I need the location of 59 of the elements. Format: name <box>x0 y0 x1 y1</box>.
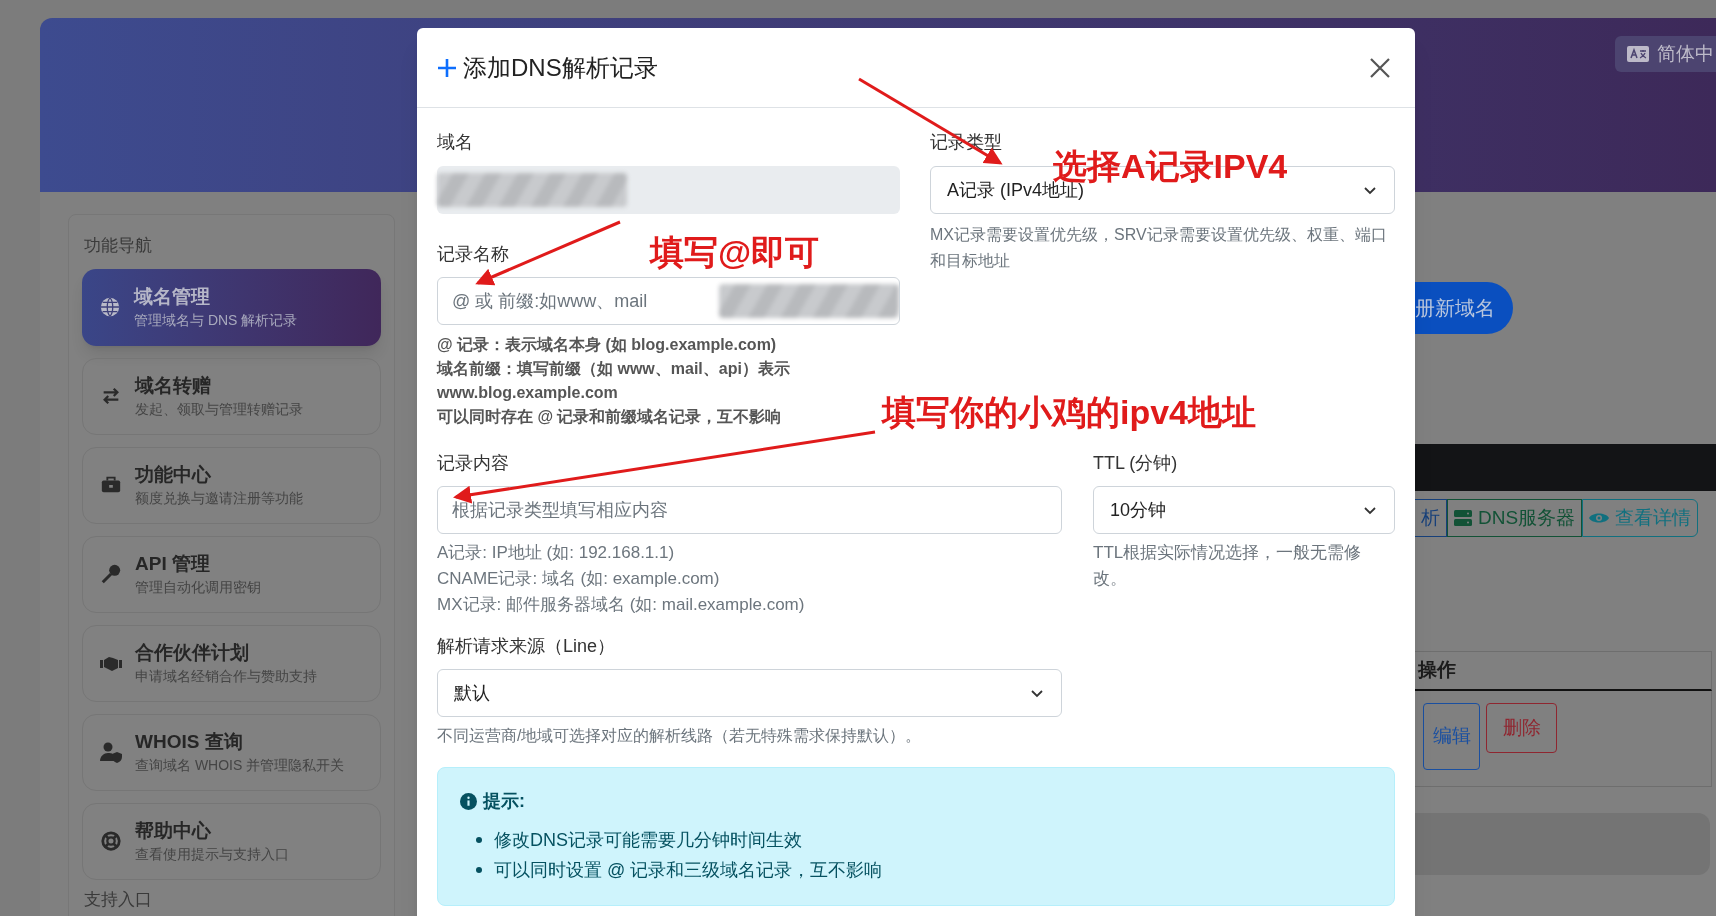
lifebuoy-icon <box>100 830 122 852</box>
user-shield-icon <box>99 741 123 763</box>
close-icon <box>1369 56 1391 79</box>
sidebar-item-title: 域名管理 <box>134 285 211 309</box>
field-label: 域名 <box>437 131 474 154</box>
register-domain-button[interactable]: 册新域名 <box>1415 282 1513 334</box>
sidebar-item[interactable]: 功能中心 额度兑换与邀请注册等功能 <box>82 446 381 524</box>
sidebar-item-title: 帮助中心 <box>135 819 212 843</box>
sidebar-item[interactable]: 合作伙伴计划 申请域名经销合作与赞助支持 <box>82 624 381 702</box>
tip-item: 可以同时设置 @ 记录和三级域名记录，互不影响 <box>494 858 883 882</box>
help-text: 不同运营商/地域可选择对应的解析线路（若无特殊需求保持默认）。 <box>437 726 923 746</box>
sidebar-heading: 功能导航 <box>83 235 153 257</box>
field-label: 记录名称 <box>437 243 509 266</box>
bullet-icon <box>476 867 482 873</box>
sidebar-item-title: 功能中心 <box>135 463 212 487</box>
annotation-text: 填写@即可 <box>650 232 820 272</box>
sidebar-item-subtitle: 额度兑换与邀请注册等功能 <box>135 489 303 508</box>
help-text: A记录: IP地址 (如: 192.168.1.1) <box>437 542 676 564</box>
row-action-button[interactable]: 编辑 <box>1423 703 1480 770</box>
swap-arrows-icon <box>100 385 122 407</box>
sidebar-item-title: API 管理 <box>135 552 211 576</box>
globe-icon <box>99 296 121 318</box>
help-text: 可以同时存在 @ 记录和前缀域名记录，互不影响 <box>437 407 783 427</box>
field-label: TTL (分钟) <box>1093 452 1179 475</box>
info-icon <box>460 793 477 810</box>
tip-item: 修改DNS记录可能需要几分钟时间生效 <box>494 828 802 852</box>
help-text: TTL根据实际情况选择，一般无需修改。 <box>1093 542 1363 590</box>
ttl-select[interactable]: 10分钟 <box>1093 486 1395 534</box>
field-label: 解析请求来源（Line） <box>437 635 617 658</box>
tip-title: 提示: <box>483 790 525 813</box>
sidebar-heading: 支持入口 <box>83 889 153 910</box>
record-name-field[interactable]: @ 或 前缀:如www、mail <box>437 277 900 325</box>
record-content-input[interactable]: 根据记录类型填写相应内容 <box>437 486 1062 534</box>
sidebar-item-subtitle: 申请域名经销合作与赞助支持 <box>135 667 317 686</box>
server-icon <box>1454 510 1472 526</box>
translate-icon <box>1627 46 1649 62</box>
table-header-cell: 操作 <box>1415 651 1712 691</box>
sidebar-item-subtitle: 管理域名与 DNS 解析记录 <box>134 311 298 330</box>
help-text: MX记录需要设置优先级，SRV记录需要设置优先级、权重、端口和目标地址 <box>930 225 1388 271</box>
help-text: CNAME记录: 域名 (如: example.com) <box>437 568 721 590</box>
line-select[interactable]: 默认 <box>437 669 1062 717</box>
sidebar-item[interactable]: 域名管理 管理域名与 DNS 解析记录 <box>82 268 381 346</box>
record-name-input[interactable]: @ 或 前缀:如www、mail <box>452 287 719 315</box>
sidebar-item-title: 合作伙伴计划 <box>135 641 250 665</box>
plus-icon <box>437 57 457 78</box>
key-icon <box>100 563 122 585</box>
sidebar-item-title: 域名转赠 <box>135 374 212 398</box>
row-action-button[interactable]: 删除 <box>1486 703 1557 753</box>
help-text: MX记录: 邮件服务器域名 (如: mail.example.com) <box>437 594 806 616</box>
field-label: 记录内容 <box>437 452 510 475</box>
bullet-icon <box>476 837 482 843</box>
dialog-title: 添加DNS解析记录 <box>463 52 658 83</box>
language-button[interactable]: 简体中 <box>1615 36 1716 72</box>
help-text: @ 记录：表示域名本身 (如 blog.example.com) <box>437 335 778 355</box>
annotation-text: 填写你的小鸡的ipv4地址 <box>882 392 1257 432</box>
help-text: 域名前缀：填写前缀（如 www、mail、api）表示 www.blog.example.com <box>437 359 791 403</box>
action-button[interactable]: DNS服务器 <box>1447 499 1583 537</box>
eye-icon <box>1589 511 1610 525</box>
sidebar-item-title: WHOIS 查询 <box>135 730 244 754</box>
